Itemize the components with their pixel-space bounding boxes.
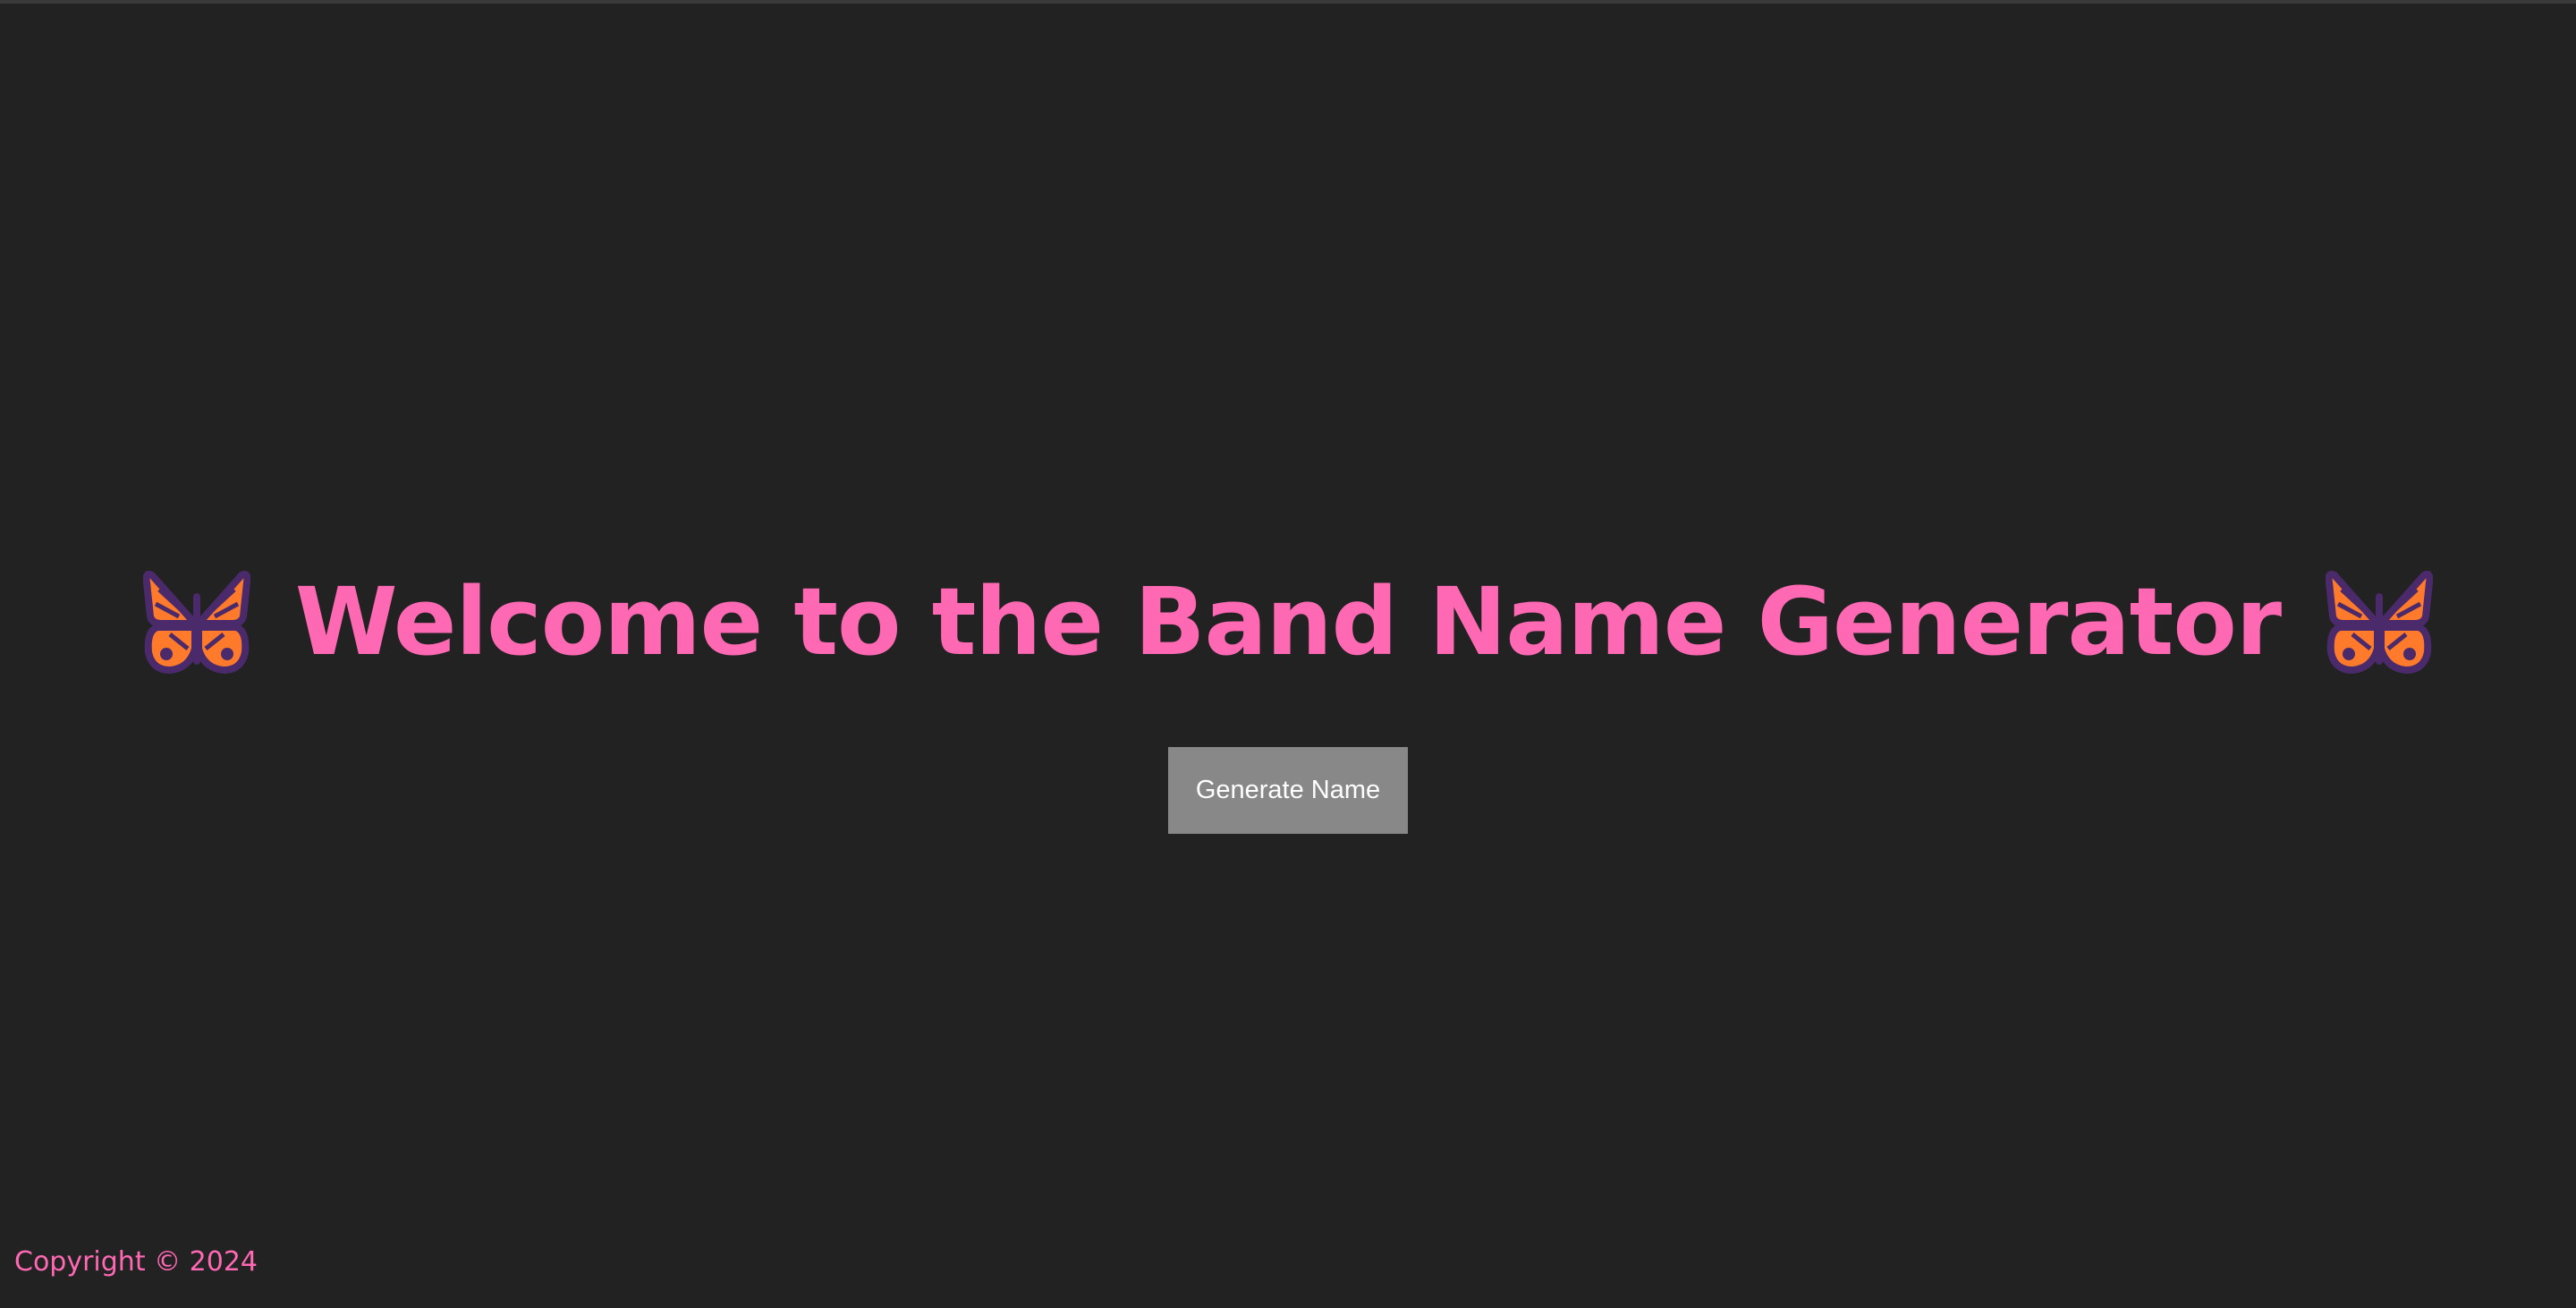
window-top-border xyxy=(0,0,2576,4)
footer-copyright: Copyright © 2024 xyxy=(14,1246,258,1278)
page-title: Welcome to the Band Name Generator xyxy=(142,567,2434,676)
page-title-text: Welcome to the Band Name Generator xyxy=(294,567,2282,676)
butterfly-icon xyxy=(142,568,250,675)
generate-name-button[interactable]: Generate Name xyxy=(1168,747,1408,834)
butterfly-icon xyxy=(2326,568,2434,675)
hero-section: Welcome to the Band Name Generator xyxy=(0,555,2576,689)
